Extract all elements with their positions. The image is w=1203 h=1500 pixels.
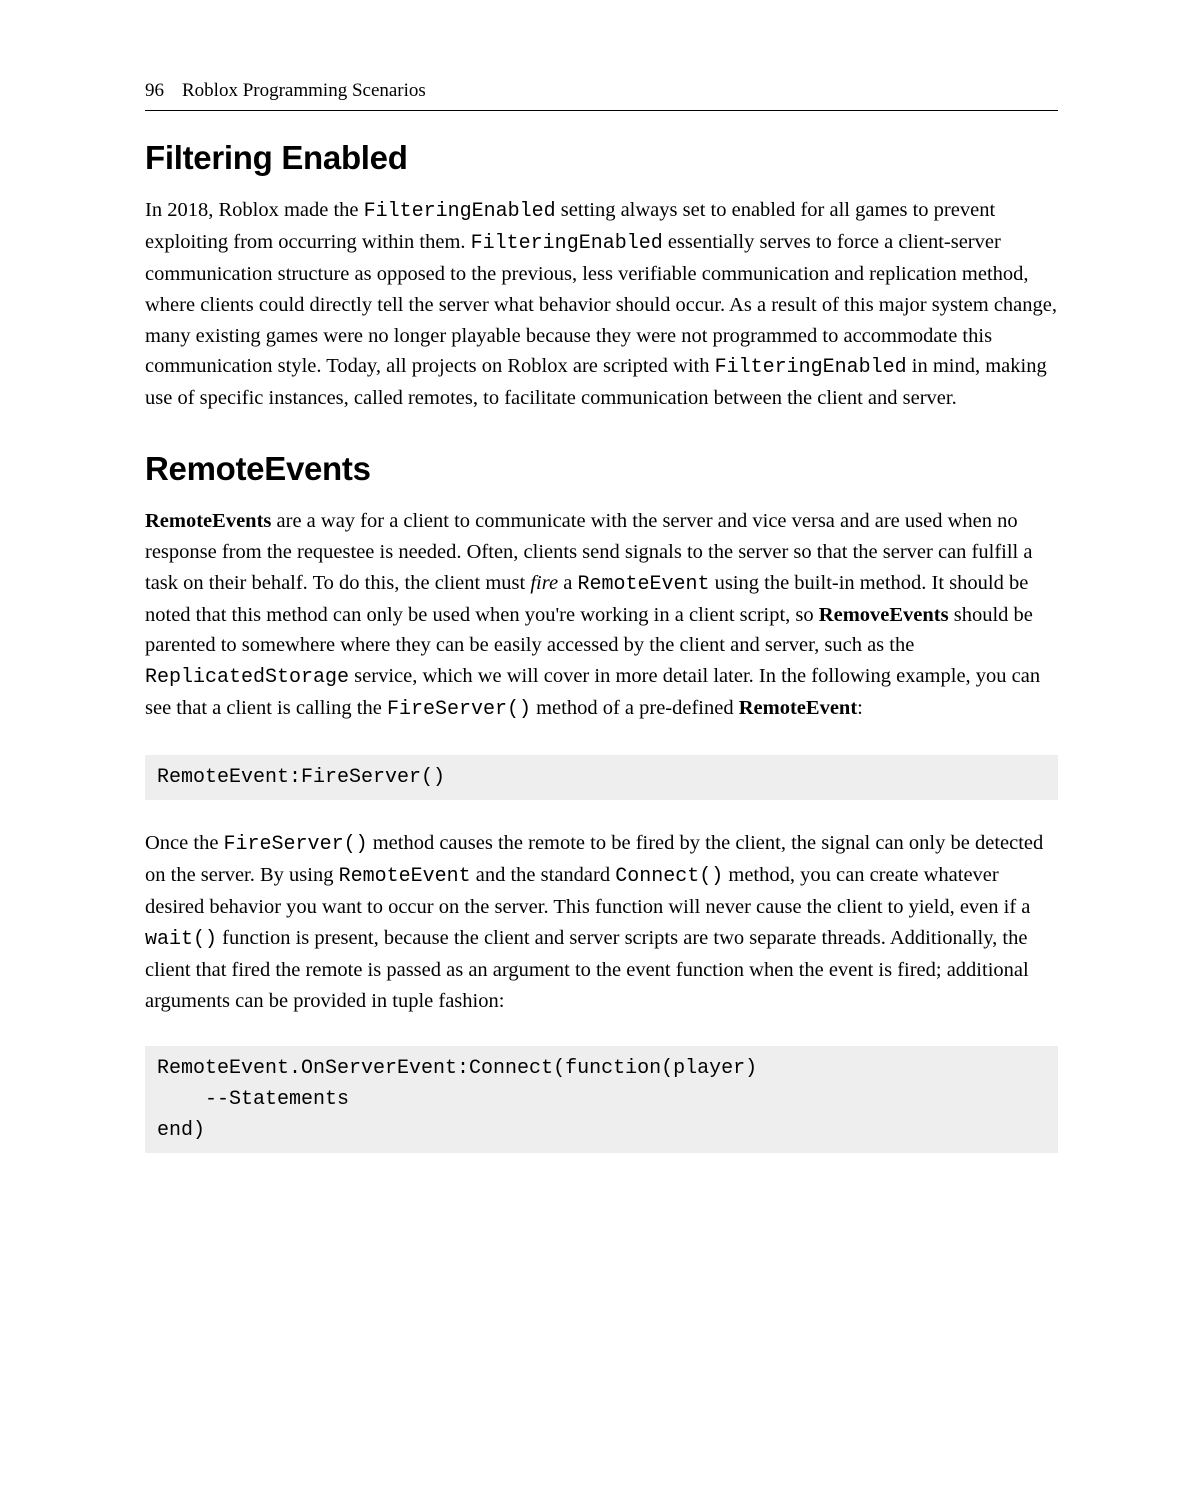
text-italic: fire	[530, 572, 558, 594]
paragraph-filtering-enabled: In 2018, Roblox made the FilteringEnable…	[145, 195, 1058, 414]
inline-code: FilteringEnabled	[471, 232, 663, 255]
section-heading-filtering-enabled: Filtering Enabled	[145, 139, 1058, 177]
code-block-fireserver: RemoteEvent:FireServer()	[145, 755, 1058, 800]
text-bold: RemoteEvent	[739, 697, 857, 719]
inline-code: RemoteEvent	[339, 865, 471, 888]
paragraph-remoteevents-2: Once the FireServer() method causes the …	[145, 828, 1058, 1016]
section-heading-remoteevents: RemoteEvents	[145, 450, 1058, 488]
text-run: Once the	[145, 832, 224, 854]
text-run: a	[558, 572, 577, 594]
inline-code: Connect()	[615, 865, 723, 888]
code-block-onserverevent: RemoteEvent.OnServerEvent:Connect(functi…	[145, 1046, 1058, 1153]
inline-code: FilteringEnabled	[364, 200, 556, 223]
text-run: In 2018, Roblox made the	[145, 199, 364, 221]
text-run: function is present, because the client …	[145, 927, 1029, 1012]
text-bold: RemoteEvents	[145, 510, 271, 532]
text-bold: RemoveEvents	[819, 604, 949, 626]
paragraph-remoteevents-1: RemoteEvents are a way for a client to c…	[145, 506, 1058, 725]
inline-code: wait()	[145, 928, 217, 951]
page-header: 96 Roblox Programming Scenarios	[145, 80, 1058, 111]
text-run: :	[857, 697, 863, 719]
inline-code: FilteringEnabled	[715, 356, 907, 379]
running-title: Roblox Programming Scenarios	[182, 80, 426, 102]
inline-code: ReplicatedStorage	[145, 666, 349, 689]
inline-code: RemoteEvent	[577, 573, 709, 596]
inline-code: FireServer()	[387, 698, 531, 721]
text-run: method of a pre-defined	[531, 697, 739, 719]
page-number: 96	[145, 80, 164, 102]
text-run: and the standard	[471, 864, 616, 886]
inline-code: FireServer()	[224, 833, 368, 856]
